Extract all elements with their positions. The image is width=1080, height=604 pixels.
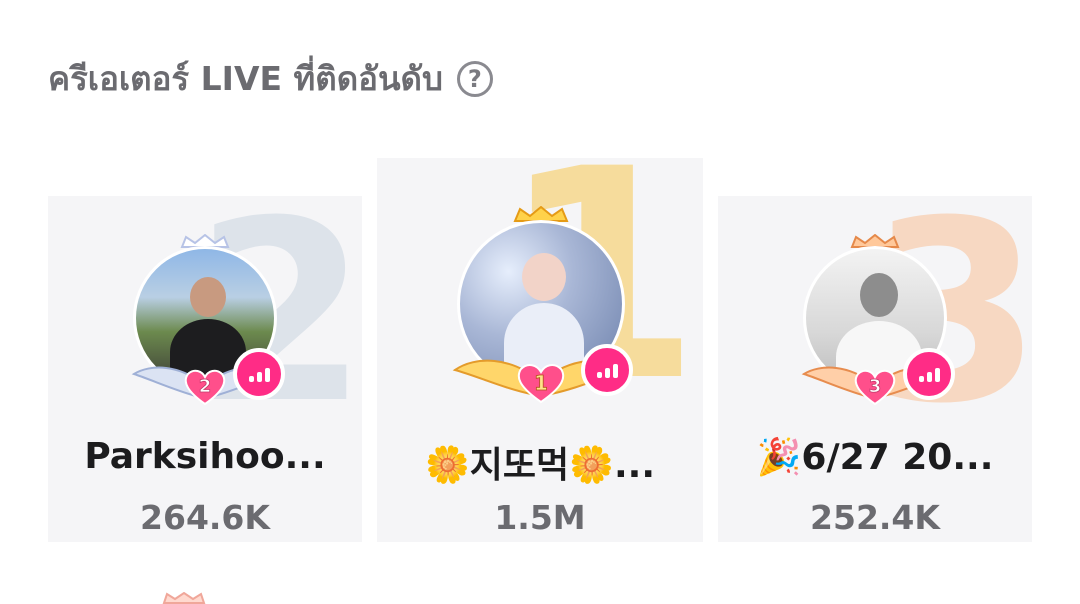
- creator-name: 🌼지또먹🌼...: [424, 445, 656, 486]
- creator-card-rank-2[interactable]: 2 2 Parksihoo... 264.6K: [48, 196, 362, 542]
- ranking-header: ครีเอเตอร์ LIVE ที่ติดอันดับ ?: [48, 52, 493, 105]
- avatar-wrap: 2: [131, 234, 285, 406]
- svg-text:1: 1: [534, 371, 548, 395]
- creator-card-rank-1[interactable]: 1 1 🌼지또먹🌼... 1.5M: [377, 158, 703, 542]
- help-icon[interactable]: ?: [456, 60, 493, 97]
- live-icon: [233, 348, 285, 400]
- svg-text:3: 3: [869, 376, 882, 397]
- viewer-count: 264.6K: [140, 498, 270, 537]
- avatar-wrap: 3: [801, 234, 955, 406]
- creator-card-rank-3[interactable]: 3 3 🎉6/27 20... 252.4K: [718, 196, 1032, 542]
- creator-name: Parksihoo...: [84, 436, 326, 477]
- viewer-count: 1.5M: [494, 498, 586, 537]
- avatar-wrap: 1: [452, 206, 633, 404]
- live-icon: [903, 348, 955, 400]
- crown-icon: [162, 592, 206, 604]
- live-icon: [581, 344, 633, 396]
- viewer-count: 252.4K: [810, 498, 940, 537]
- svg-text:2: 2: [199, 376, 212, 397]
- creator-name: 🎉6/27 20...: [756, 437, 994, 478]
- section-title: ครีเอเตอร์ LIVE ที่ติดอันดับ: [48, 59, 443, 98]
